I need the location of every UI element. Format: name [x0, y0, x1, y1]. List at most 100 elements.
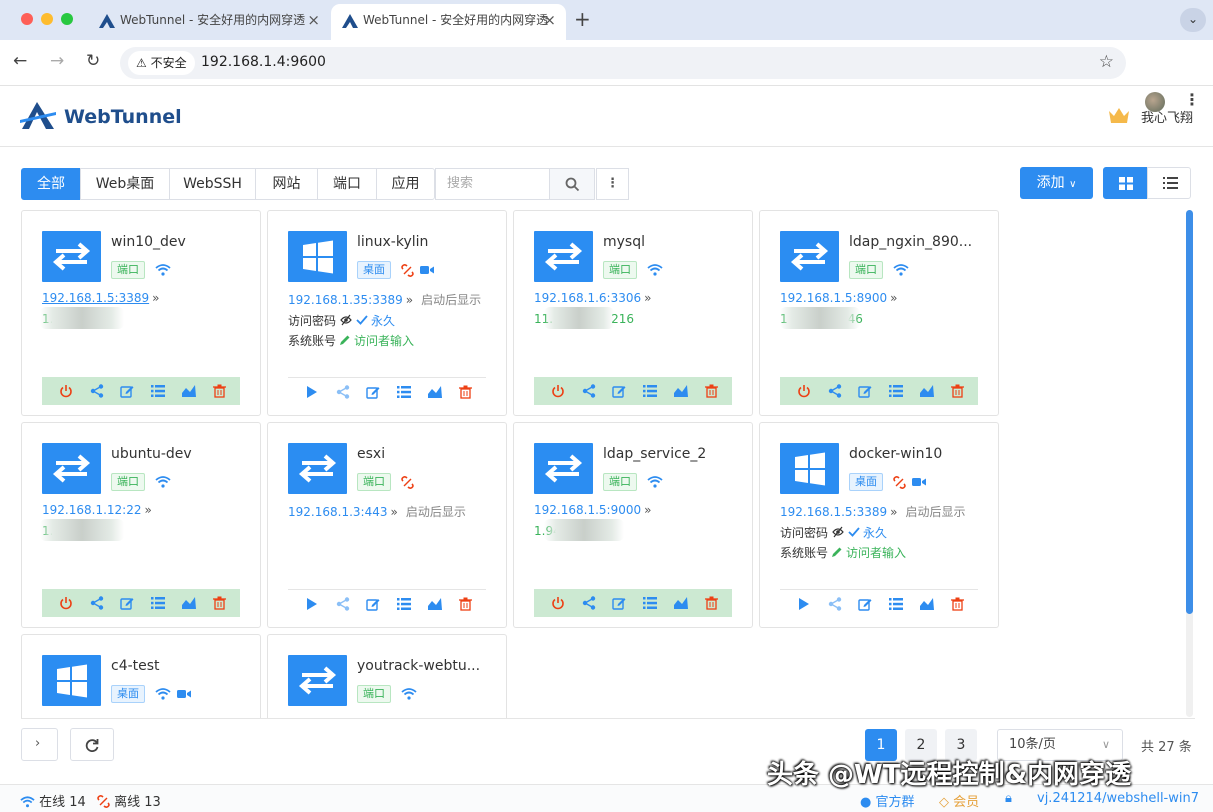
delete-button[interactable]	[458, 385, 473, 399]
edit-button[interactable]	[366, 597, 380, 611]
logs-button[interactable]	[151, 384, 166, 398]
edit-button[interactable]	[366, 385, 380, 399]
delete-button[interactable]	[950, 597, 965, 611]
tunnel-name[interactable]: ubuntu-dev	[111, 446, 251, 462]
tunnel-name[interactable]: linux-kylin	[357, 234, 497, 250]
filter-all[interactable]: 全部	[21, 168, 81, 200]
address-text[interactable]: 192.168.1.35:3389	[288, 293, 403, 307]
address-text[interactable]: 192.168.1.12:22	[42, 503, 141, 517]
share-button[interactable]	[90, 384, 104, 398]
address-text[interactable]: 192.168.1.6:3306	[534, 291, 641, 305]
local-address[interactable]: 192.168.1.5:3389» 启动后显示	[780, 503, 965, 520]
address-bar[interactable]: ⚠ 不安全 192.168.1.4:9600 ☆	[120, 47, 1126, 79]
tunnel-card[interactable]: docker-win10 桌面 192.168.1.5:3389» 启动后显示 访问密码…	[759, 422, 999, 628]
close-tab-icon[interactable]: ×	[307, 4, 320, 37]
tunnel-name[interactable]: ldap_service_2	[603, 446, 743, 462]
edit-button[interactable]	[858, 597, 872, 611]
stats-button[interactable]	[427, 385, 442, 399]
tunnel-card[interactable]: win10_dev端口192.168.1.5:3389»1.9	[21, 210, 261, 416]
share-button[interactable]	[582, 384, 596, 398]
stop-button[interactable]	[551, 384, 565, 398]
bookmark-star-icon[interactable]: ☆	[1099, 52, 1114, 72]
refresh-button[interactable]	[70, 728, 114, 761]
eye-slash-icon[interactable]	[340, 314, 352, 326]
delete-button[interactable]	[704, 596, 719, 610]
official-group-link[interactable]: ● 官方群	[860, 791, 915, 810]
edit-button[interactable]	[120, 596, 134, 610]
logs-button[interactable]	[643, 596, 658, 610]
filter-app[interactable]: 应用	[376, 168, 435, 200]
edit-button[interactable]	[120, 384, 134, 398]
tunnel-card[interactable]: ldap_ngxin_890...端口192.168.1.5:8900»146	[759, 210, 999, 416]
delete-button[interactable]	[212, 384, 227, 398]
tunnel-card[interactable]: c4-test 桌面	[21, 634, 261, 718]
local-address[interactable]: 192.168.1.5:9000»	[534, 503, 651, 517]
local-address[interactable]: 192.168.1.3:443» 启动后显示	[288, 503, 466, 520]
close-window-button[interactable]	[21, 13, 33, 25]
stop-button[interactable]	[797, 384, 811, 398]
tunnel-name[interactable]: docker-win10	[849, 446, 989, 462]
user-name[interactable]: 我心飞翔	[1141, 107, 1193, 126]
tunnel-name[interactable]: youtrack-webtu...	[357, 658, 497, 674]
tunnel-card[interactable]: esxi 端口 192.168.1.3:443» 启动后显示	[267, 422, 507, 628]
stats-button[interactable]	[181, 596, 196, 610]
expand-button[interactable]: ›	[21, 728, 58, 761]
local-address[interactable]: 192.168.1.5:3389»	[42, 291, 159, 305]
reload-button[interactable]: ↻	[86, 51, 100, 71]
share-button[interactable]	[828, 384, 842, 398]
local-address[interactable]: 192.168.1.6:3306»	[534, 291, 651, 305]
stats-button[interactable]	[427, 597, 442, 611]
tunnel-card[interactable]: youtrack-webtu... 端口	[267, 634, 507, 718]
tab-search-button[interactable]: ⌄	[1180, 8, 1206, 32]
share-button[interactable]	[336, 597, 350, 611]
search-input[interactable]: 搜索	[435, 168, 551, 200]
share-button[interactable]	[828, 597, 842, 611]
tunnel-card[interactable]: ldap_service_2端口192.168.1.5:9000»1.94	[513, 422, 753, 628]
share-button[interactable]	[582, 596, 596, 610]
start-button[interactable]	[305, 385, 319, 399]
stats-button[interactable]	[181, 384, 196, 398]
logs-button[interactable]	[889, 597, 904, 611]
tunnel-card[interactable]: mysql端口192.168.1.6:3306»11.216	[513, 210, 753, 416]
url-text[interactable]: 192.168.1.4:9600	[201, 54, 326, 70]
tunnel-name[interactable]: ldap_ngxin_890...	[849, 234, 989, 250]
share-button[interactable]	[90, 596, 104, 610]
browser-tab-2[interactable]: WebTunnel - 安全好用的内网穿透 ×	[331, 4, 566, 40]
filter-webssh[interactable]: WebSSH	[169, 168, 256, 200]
offline-count[interactable]: 离线 13	[97, 791, 161, 810]
delete-button[interactable]	[458, 597, 473, 611]
address-text[interactable]: 192.168.1.5:9000	[534, 503, 641, 517]
address-text[interactable]: 192.168.1.5:8900	[780, 291, 887, 305]
address-text[interactable]: 192.168.1.5:3389	[42, 291, 149, 305]
minimize-window-button[interactable]	[41, 13, 53, 25]
eye-slash-icon[interactable]	[832, 526, 844, 538]
member-link[interactable]: ◇ 会员	[939, 791, 979, 810]
delete-button[interactable]	[212, 596, 227, 610]
logs-button[interactable]	[397, 385, 412, 399]
grid-view-button[interactable]	[1103, 167, 1147, 199]
filter-port[interactable]: 端口	[317, 168, 377, 200]
more-options-button[interactable]: ⋮	[596, 168, 629, 200]
delete-button[interactable]	[950, 384, 965, 398]
maximize-window-button[interactable]	[61, 13, 73, 25]
local-address[interactable]: 192.168.1.35:3389» 启动后显示	[288, 291, 481, 308]
tunnel-card[interactable]: ubuntu-dev端口192.168.1.12:22»1.9	[21, 422, 261, 628]
forward-button[interactable]: →	[50, 51, 64, 71]
lock-icon[interactable]: 🔒︎	[1005, 791, 1012, 806]
stats-button[interactable]	[673, 596, 688, 610]
logs-button[interactable]	[889, 384, 904, 398]
start-button[interactable]	[797, 597, 811, 611]
edit-button[interactable]	[858, 384, 872, 398]
tunnel-name[interactable]: win10_dev	[111, 234, 251, 250]
security-indicator[interactable]: ⚠ 不安全	[128, 51, 195, 75]
stop-button[interactable]	[59, 596, 73, 610]
address-text[interactable]: 192.168.1.5:3389	[780, 505, 887, 519]
stop-button[interactable]	[551, 596, 565, 610]
filter-web-desktop[interactable]: Web桌面	[80, 168, 170, 200]
tunnel-card[interactable]: linux-kylin 桌面 192.168.1.35:3389» 启动后显示 访问密码…	[267, 210, 507, 416]
browser-tab-1[interactable]: WebTunnel - 安全好用的内网穿透 ×	[88, 4, 330, 40]
online-count[interactable]: 在线 14	[20, 791, 86, 810]
delete-button[interactable]	[704, 384, 719, 398]
search-button[interactable]	[549, 168, 595, 200]
stats-button[interactable]	[919, 384, 934, 398]
